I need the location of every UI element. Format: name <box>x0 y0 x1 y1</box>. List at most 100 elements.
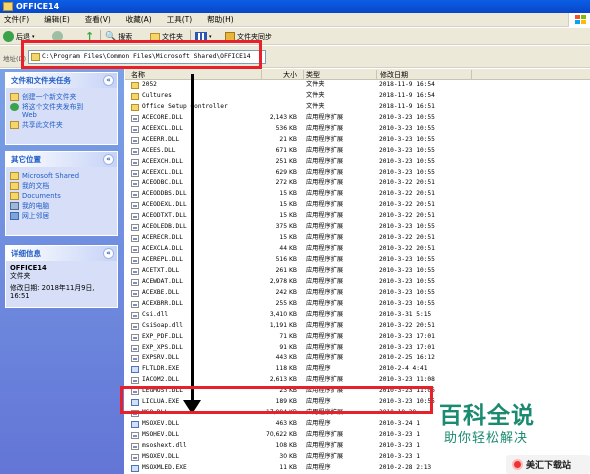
task-publish-web[interactable]: 将这个文件夹发布到 Web <box>10 103 113 119</box>
watermark-subtitle: 助你轻松解决 <box>444 431 529 446</box>
dll-file-icon <box>131 344 139 352</box>
file-date: 2010-3-22 20:51 <box>379 201 435 209</box>
file-size: 15 KB <box>279 234 297 242</box>
back-arrow-icon <box>3 31 14 42</box>
file-row[interactable]: FLTLDR.EXE 118 KB 应用程序 2010-2-4 4:41 <box>125 364 590 375</box>
folder-icon <box>3 2 13 11</box>
file-row[interactable]: ACEODDBS.DLL 15 KB 应用程序扩展 2010-3-22 20:51 <box>125 189 590 200</box>
task-share-folder[interactable]: 共享此文件夹 <box>10 121 113 129</box>
file-name: FLTLDR.EXE <box>142 365 180 373</box>
file-type: 应用程序扩展 <box>306 321 344 329</box>
dll-file-icon <box>131 432 139 439</box>
collapse-icon[interactable]: « <box>103 248 114 259</box>
menu-edit[interactable]: 编辑(E) <box>44 14 70 25</box>
column-type[interactable]: 类型 <box>306 70 320 80</box>
file-row[interactable]: 2052 文件夹 2018-11-9 16:54 <box>125 80 590 91</box>
file-row[interactable]: EXP_XPS.DLL 91 KB 应用程序扩展 2010-3-23 17:01 <box>125 343 590 354</box>
file-row[interactable]: IACOM2.DLL 2,613 KB 应用程序扩展 2010-3-23 11:08 <box>125 375 590 386</box>
file-name: ACEODDBS.DLL <box>142 190 187 198</box>
menu-help[interactable]: 帮助(H) <box>207 14 234 25</box>
file-tasks-header[interactable]: 文件和文件夹任务 « <box>6 73 117 88</box>
file-row[interactable]: ACERECR.DLL 15 KB 应用程序扩展 2010-3-22 20:51 <box>125 233 590 244</box>
address-highlight <box>21 40 262 69</box>
file-name: Office Setup Controller <box>142 102 228 110</box>
collapse-icon[interactable]: « <box>103 75 114 86</box>
file-row[interactable]: ACEREPL.DLL 516 KB 应用程序扩展 2010-3-23 10:55 <box>125 255 590 266</box>
file-date: 2010-2-4 4:41 <box>379 365 428 373</box>
place-network[interactable]: 网上邻居 <box>10 212 113 220</box>
file-type: 应用程序扩展 <box>306 168 344 176</box>
file-name: EXPSRV.DLL <box>142 354 180 362</box>
file-row[interactable]: EXP_PDF.DLL 71 KB 应用程序扩展 2010-3-23 17:01 <box>125 332 590 343</box>
file-type: 应用程序扩展 <box>306 234 344 242</box>
column-size[interactable]: 大小 <box>283 70 297 80</box>
place-label: Documents <box>22 192 61 200</box>
file-date: 2010-3-23 10:55 <box>379 113 435 121</box>
task-new-folder[interactable]: 创建一个新文件夹 <box>10 93 113 101</box>
place-my-computer[interactable]: 我的电脑 <box>10 202 113 210</box>
file-name: ACEES.DLL <box>142 146 176 154</box>
file-row[interactable]: ACEERR.DLL 21 KB 应用程序扩展 2010-3-23 10:55 <box>125 135 590 146</box>
menu-favorites[interactable]: 收藏(A) <box>126 14 152 25</box>
column-name[interactable]: 名称 <box>131 70 145 80</box>
file-row[interactable]: Office Setup Controller 文件夹 2018-11-9 16:5… <box>125 102 590 113</box>
file-row[interactable]: ACEEXCH.DLL 251 KB 应用程序扩展 2010-3-23 10:55 <box>125 157 590 168</box>
file-row[interactable]: ACEXCLA.DLL 44 KB 应用程序扩展 2010-3-22 20:51 <box>125 244 590 255</box>
place-microsoft-shared[interactable]: Microsoft Shared <box>10 172 113 180</box>
place-documents[interactable]: Documents <box>10 192 113 200</box>
file-row[interactable]: ACEES.DLL 671 KB 应用程序扩展 2010-3-23 10:55 <box>125 146 590 157</box>
folder-icon <box>131 82 139 89</box>
dll-file-icon <box>131 246 139 254</box>
file-date: 2010-3-23 17:01 <box>379 332 435 340</box>
dropdown-icon: ▾ <box>209 33 212 40</box>
collapse-icon[interactable]: « <box>103 154 114 165</box>
file-row[interactable]: EXPSRV.DLL 443 KB 应用程序扩展 2010-2-25 16:12 <box>125 353 590 364</box>
place-my-documents[interactable]: 我的文档 <box>10 182 113 190</box>
file-row[interactable]: ACEWDAT.DLL 2,978 KB 应用程序扩展 2010-3-23 10:55 <box>125 277 590 288</box>
other-places-header[interactable]: 其它位置 « <box>6 152 117 167</box>
file-row[interactable]: Cultures 文件夹 2018-11-9 16:54 <box>125 91 590 102</box>
file-name: Cultures <box>142 91 172 99</box>
file-type: 应用程序 <box>306 420 331 428</box>
place-label: Microsoft Shared <box>22 172 80 180</box>
file-date: 2010-3-22 20:51 <box>379 245 435 253</box>
file-type: 应用程序扩展 <box>306 310 344 318</box>
file-row[interactable]: Csi.dll 3,410 KB 应用程序扩展 2010-3-31 5:15 <box>125 310 590 321</box>
file-row[interactable]: ACECORE.DLL 2,143 KB 应用程序扩展 2010-3-23 10:55 <box>125 113 590 124</box>
menu-file[interactable]: 文件(F) <box>4 14 29 25</box>
details-header[interactable]: 详细信息 « <box>6 246 117 261</box>
file-size: 375 KB <box>275 223 297 231</box>
file-row[interactable]: ACEEXCL.DLL 536 KB 应用程序扩展 2010-3-23 10:55 <box>125 124 590 135</box>
file-type: 应用程序扩展 <box>306 157 344 165</box>
file-size: 70,622 KB <box>266 431 297 438</box>
details-panel: 详细信息 « OFFICE14 文件夹 修改日期: 2018年11月9日, 16… <box>5 245 118 308</box>
menu-view[interactable]: 查看(V) <box>85 14 111 25</box>
details-modified: 修改日期: 2018年11月9日, 16:51 <box>10 284 95 300</box>
file-type: 应用程序扩展 <box>306 354 344 362</box>
file-row[interactable]: ACETXT.DLL 261 KB 应用程序扩展 2010-3-23 10:55 <box>125 266 590 277</box>
file-row[interactable]: ACEEXCL.DLL 629 KB 应用程序扩展 2010-3-23 10:55 <box>125 168 590 179</box>
file-date: 2010-3-23 10:55 <box>379 299 435 307</box>
place-label: 我的文档 <box>22 182 50 190</box>
file-date: 2010-3-23 10:55 <box>379 135 435 143</box>
file-name: ACETXT.DLL <box>142 266 180 274</box>
column-header: 名称 大小 类型 修改日期 <box>125 69 590 80</box>
dll-file-icon <box>131 169 139 177</box>
file-row[interactable]: ACEOLEDB.DLL 375 KB 应用程序扩展 2010-3-23 10:55 <box>125 222 590 233</box>
file-row[interactable]: ACEODBC.DLL 272 KB 应用程序扩展 2010-3-22 20:51 <box>125 178 590 189</box>
file-row[interactable]: ACEXBE.DLL 242 KB 应用程序扩展 2010-3-23 10:55 <box>125 288 590 299</box>
dll-file-icon <box>131 300 139 308</box>
file-row[interactable]: CsiSoap.dll 1,191 KB 应用程序扩展 2010-3-22 20:51 <box>125 321 590 332</box>
file-row[interactable]: ACEODTXT.DLL 15 KB 应用程序扩展 2010-3-22 20:51 <box>125 211 590 222</box>
file-type: 文件夹 <box>306 81 325 88</box>
dll-file-icon <box>131 136 139 144</box>
file-row[interactable]: ACEXBRR.DLL 255 KB 应用程序扩展 2010-3-23 10:55 <box>125 299 590 310</box>
file-type: 应用程序扩展 <box>306 376 344 384</box>
file-date: 2018-11-9 16:51 <box>379 102 435 110</box>
file-size: 91 KB <box>279 343 297 351</box>
file-row[interactable]: ACEODEXL.DLL 15 KB 应用程序扩展 2010-3-22 20:51 <box>125 200 590 211</box>
file-size: 536 KB <box>275 124 297 132</box>
column-date[interactable]: 修改日期 <box>380 70 408 80</box>
file-date: 2010-3-23 10:55 <box>379 256 435 263</box>
menu-tools[interactable]: 工具(T) <box>167 14 192 25</box>
